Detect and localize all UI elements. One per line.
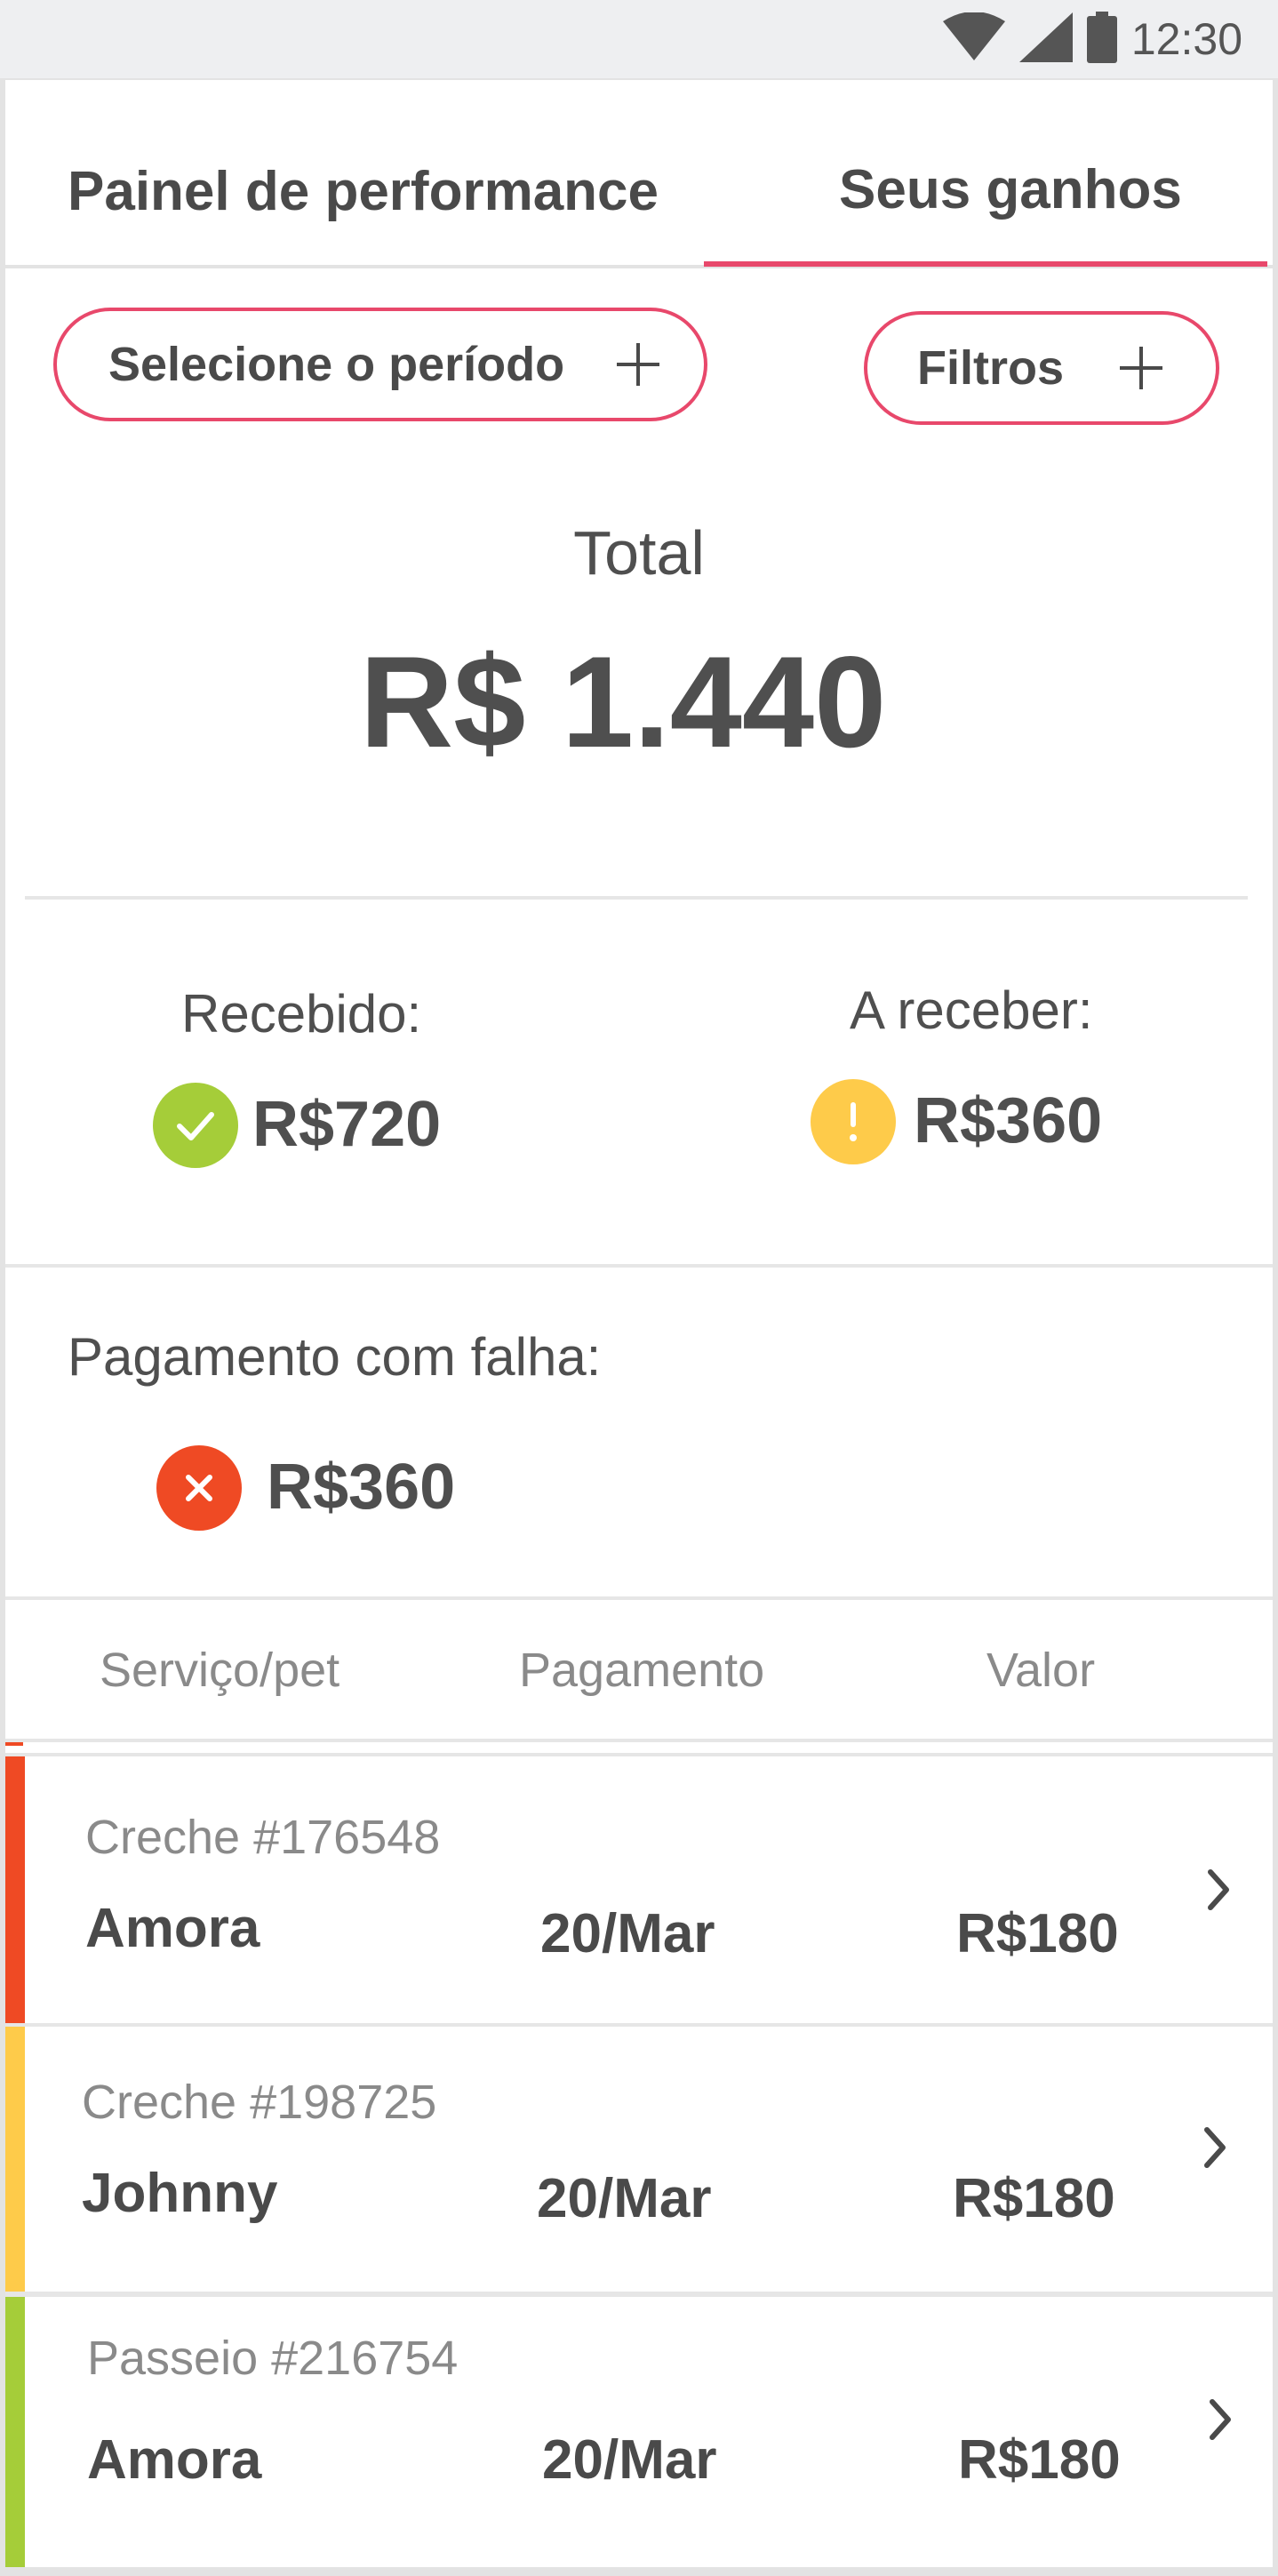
row-status-accent (5, 1742, 23, 1746)
tab-painel-de-performance[interactable]: Painel de performance (68, 160, 659, 223)
status-bar: 12:30 (0, 0, 1278, 80)
table-row[interactable]: Creche #198725 Johnny 20/Mar R$180 (5, 2027, 1273, 2292)
divider (25, 896, 1248, 900)
row-service-code: Passeio #216754 (87, 2332, 459, 2385)
total-label: Total (573, 518, 705, 588)
row-service-code: Creche #176548 (85, 1811, 441, 1864)
pending-label: A receber: (850, 980, 1093, 1040)
wifi-icon (942, 11, 1005, 67)
row-service-code: Creche #198725 (82, 2076, 437, 2129)
row-value: R$180 (953, 2168, 1115, 2229)
row-pet-name: Amora (85, 1898, 260, 1959)
pending-value: R$360 (914, 1085, 1103, 1156)
check-icon (153, 1083, 238, 1168)
battery-icon (1086, 11, 1117, 68)
exclamation-icon (811, 1079, 896, 1164)
received-label: Recebido: (181, 984, 422, 1044)
row-pet-name: Johnny (82, 2163, 278, 2224)
divider (5, 2567, 1273, 2572)
row-value: R$180 (958, 2429, 1121, 2491)
row-payment-date: 20/Mar (540, 1903, 715, 1964)
status-time: 12:30 (1130, 14, 1242, 64)
chevron-right-icon[interactable] (1200, 2123, 1230, 2177)
close-icon (156, 1445, 242, 1531)
column-header-pagamento: Pagamento (519, 1644, 765, 1697)
row-pet-name: Amora (87, 2429, 262, 2491)
table-row[interactable]: Passeio #216754 Amora 20/Mar R$180 (5, 2297, 1273, 2567)
row-value: R$180 (956, 1903, 1119, 1964)
divider (5, 1596, 1273, 1600)
row-status-bar (5, 2297, 25, 2567)
tab-seus-ganhos[interactable]: Seus ganhos (839, 158, 1182, 221)
divider (5, 1739, 1273, 1742)
signal-icon (1018, 12, 1073, 67)
row-status-bar (5, 2027, 25, 2292)
row-payment-date: 20/Mar (542, 2429, 717, 2491)
period-select-button[interactable]: Selecione o período (53, 308, 707, 421)
failed-value: R$360 (267, 1452, 456, 1523)
column-header-valor: Valor (986, 1644, 1096, 1697)
plus-icon (1116, 343, 1166, 397)
filters-label: Filtros (917, 341, 1065, 395)
table-row[interactable]: Creche #176548 Amora 20/Mar R$180 (5, 1756, 1273, 2023)
column-header-servico: Serviço/pet (100, 1644, 340, 1697)
received-value: R$720 (252, 1089, 442, 1160)
plus-icon (613, 340, 663, 394)
failed-label: Pagamento com falha: (68, 1327, 602, 1387)
total-value: R$ 1.440 (359, 629, 887, 774)
chevron-right-icon[interactable] (1203, 1865, 1234, 1919)
divider (5, 1264, 1273, 1268)
row-status-bar (5, 1756, 25, 2023)
filters-button[interactable]: Filtros (864, 311, 1219, 425)
period-select-label: Selecione o período (108, 338, 565, 391)
active-tab-indicator (704, 261, 1267, 267)
row-payment-date: 20/Mar (537, 2168, 712, 2229)
chevron-right-icon[interactable] (1205, 2395, 1235, 2449)
